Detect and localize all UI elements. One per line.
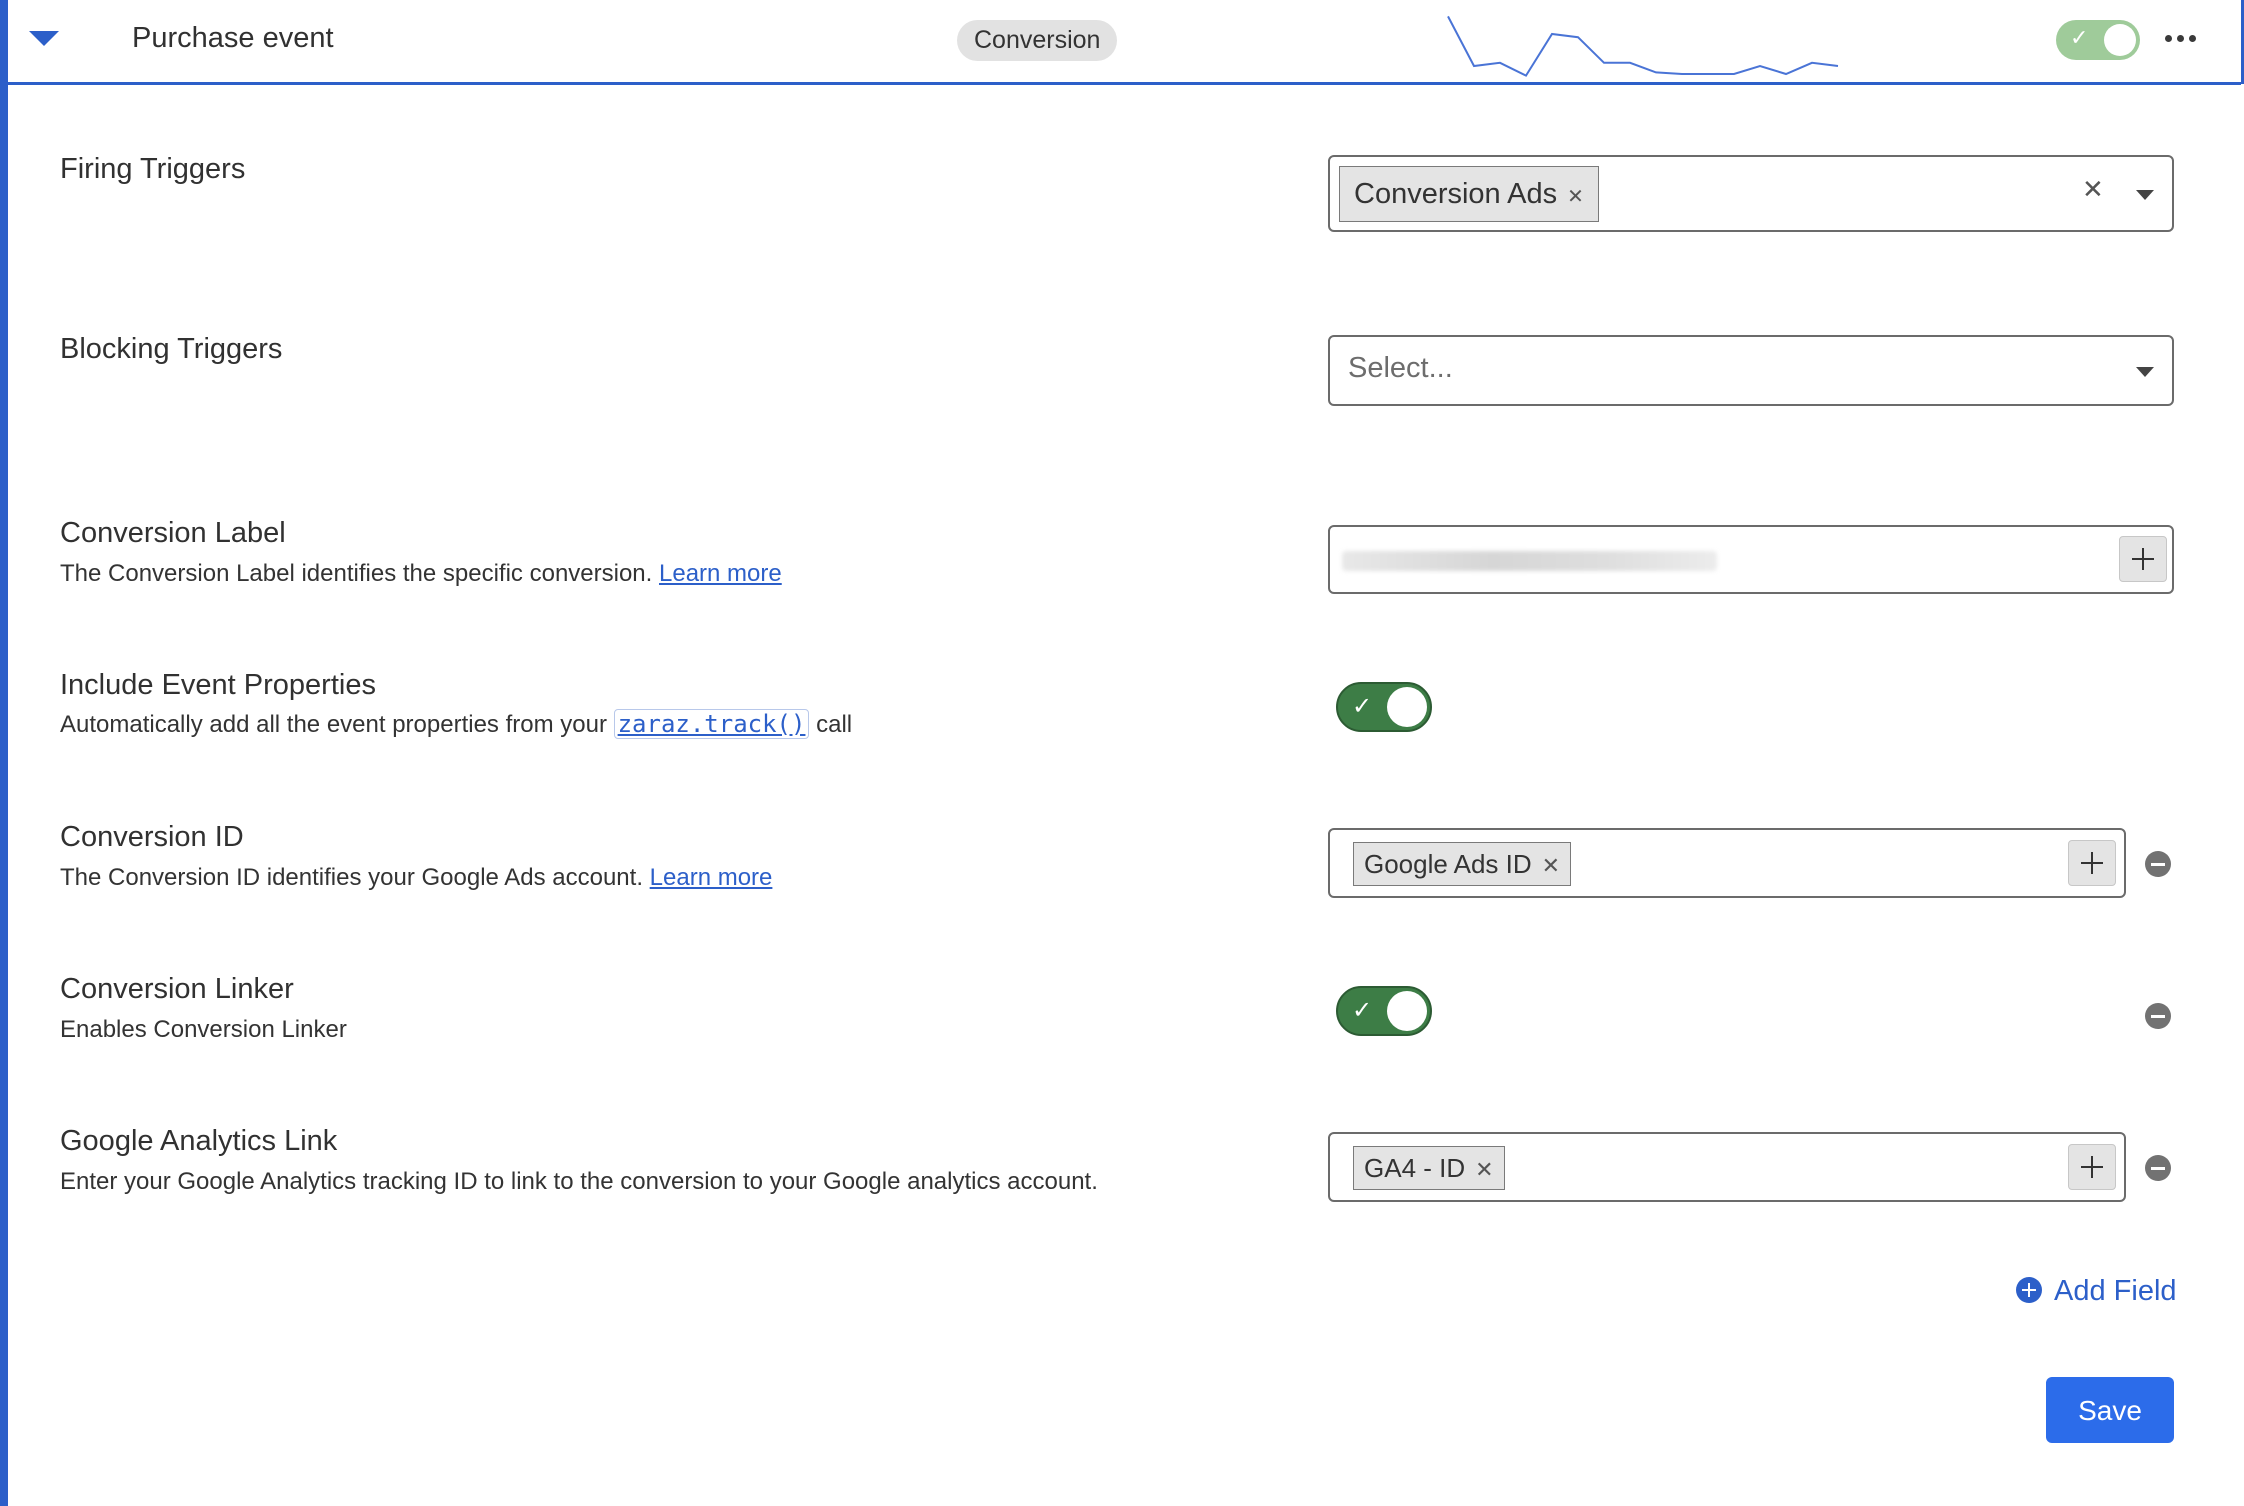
conversion-label-learn-more-link[interactable]: Learn more <box>659 560 782 587</box>
toggle-knob <box>1387 991 1427 1031</box>
variable-chip-label: Google Ads ID <box>1364 849 1532 879</box>
variable-chip: Google Ads ID ✕ <box>1353 842 1572 886</box>
add-variable-icon[interactable] <box>2119 536 2167 582</box>
toggle-knob <box>2104 24 2136 56</box>
collapse-caret-icon[interactable] <box>29 31 59 46</box>
blocking-triggers-placeholder: Select... <box>1348 352 1453 384</box>
check-icon: ✓ <box>1352 692 1373 720</box>
firing-triggers-label: Firing Triggers <box>60 153 246 185</box>
add-field-label: Add Field <box>2054 1275 2177 1307</box>
left-accent-bar <box>0 0 8 1506</box>
conversion-id-learn-more-link[interactable]: Learn more <box>650 864 773 891</box>
blocking-triggers-label: Blocking Triggers <box>60 333 283 365</box>
conversion-label-input[interactable] <box>1328 525 2174 594</box>
conversion-id-description: The Conversion ID identifies your Google… <box>60 864 773 891</box>
include-event-properties-label: Include Event Properties <box>60 669 376 701</box>
zaraz-track-code[interactable]: zaraz.track() <box>613 709 810 739</box>
blocking-triggers-select[interactable]: Select... <box>1328 335 2174 406</box>
check-icon: ✓ <box>2070 26 2089 51</box>
sparkline-line <box>1447 15 1839 77</box>
add-field-button[interactable]: Add Field <box>2016 1275 2177 1308</box>
google-analytics-link-input[interactable]: GA4 - ID ✕ <box>1328 1132 2126 1202</box>
event-enabled-toggle[interactable]: ✓ <box>2056 20 2140 60</box>
conversion-id-input[interactable]: Google Ads ID ✕ <box>1328 828 2126 898</box>
conversion-linker-label: Conversion Linker <box>60 973 294 1005</box>
conversion-label-label: Conversion Label <box>60 517 286 549</box>
add-variable-icon[interactable] <box>2068 1144 2116 1190</box>
variable-chip: GA4 - ID ✕ <box>1353 1146 1505 1190</box>
toggle-knob <box>1387 687 1427 727</box>
plus-circle-icon <box>2016 1277 2042 1303</box>
redacted-value <box>1342 551 1717 571</box>
include-event-properties-toggle[interactable]: ✓ <box>1336 682 1432 732</box>
clear-selection-icon[interactable]: ✕ <box>2082 175 2104 205</box>
google-analytics-link-label: Google Analytics Link <box>60 1125 338 1157</box>
event-type-badge: Conversion <box>957 20 1118 61</box>
conversion-linker-description: Enables Conversion Linker <box>60 1016 347 1043</box>
more-options-icon[interactable] <box>2162 22 2202 52</box>
dropdown-caret-icon[interactable] <box>2136 367 2154 377</box>
conversion-id-label: Conversion ID <box>60 821 244 853</box>
add-variable-icon[interactable] <box>2068 840 2116 886</box>
trigger-chip: Conversion Ads ✕ <box>1339 166 1599 222</box>
activity-sparkline <box>1447 15 1839 77</box>
event-title: Purchase event <box>132 22 334 54</box>
firing-triggers-select[interactable]: Conversion Ads ✕ ✕ <box>1328 155 2174 232</box>
trigger-chip-label: Conversion Ads <box>1354 178 1558 210</box>
save-button[interactable]: Save <box>2046 1377 2174 1443</box>
remove-field-icon[interactable] <box>2145 851 2171 877</box>
conversion-linker-toggle[interactable]: ✓ <box>1336 986 1432 1036</box>
remove-chip-icon[interactable]: ✕ <box>1542 854 1560 879</box>
conversion-label-description: The Conversion Label identifies the spec… <box>60 560 782 587</box>
include-event-properties-description: Automatically add all the event properti… <box>60 709 853 739</box>
remove-chip-icon[interactable]: ✕ <box>1475 1158 1493 1183</box>
dropdown-caret-icon[interactable] <box>2136 190 2154 200</box>
remove-field-icon[interactable] <box>2145 1003 2171 1029</box>
event-header: Purchase event Conversion ✓ <box>8 0 2241 85</box>
check-icon: ✓ <box>1352 996 1373 1024</box>
variable-chip-label: GA4 - ID <box>1364 1153 1466 1183</box>
remove-chip-icon[interactable]: ✕ <box>1567 184 1584 208</box>
remove-field-icon[interactable] <box>2145 1155 2171 1181</box>
google-analytics-link-description: Enter your Google Analytics tracking ID … <box>60 1168 1098 1195</box>
